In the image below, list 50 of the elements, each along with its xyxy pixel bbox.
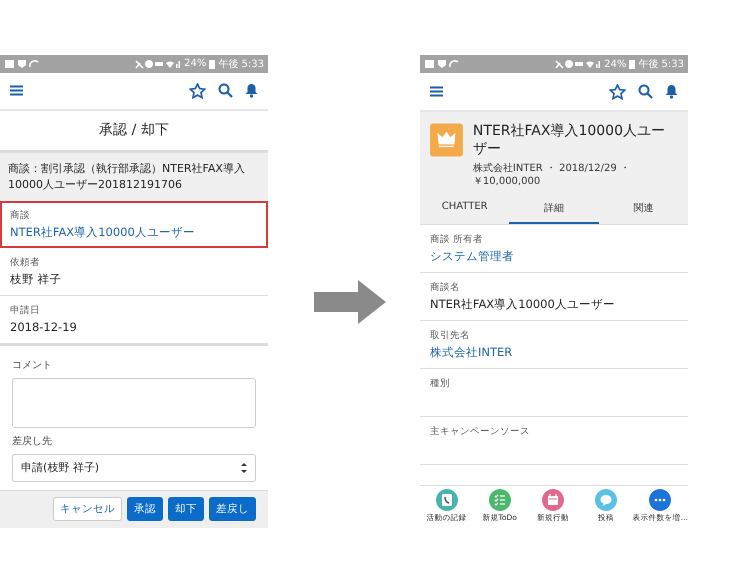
- field-label: 依頼者: [10, 256, 41, 270]
- field-link[interactable]: NTER社FAX導入10000人ユーザー: [10, 225, 258, 240]
- bell-icon[interactable]: [245, 83, 258, 98]
- search-icon[interactable]: [638, 84, 653, 99]
- summary-text: 商談：割引承認（執行部承認）NTER社FAX導入10000人ユーザー201812191706: [0, 153, 268, 202]
- tab[interactable]: CHATTER: [420, 194, 510, 224]
- battery-percent: 24%: [184, 58, 206, 70]
- cancel-button[interactable]: キャンセル: [53, 497, 122, 522]
- field-link[interactable]: システム管理者: [430, 249, 678, 264]
- battery-icon: [209, 58, 216, 69]
- battery-percent: 24%: [604, 58, 626, 70]
- arrow-icon: [314, 280, 386, 324]
- more-action-icon[interactable]: [649, 489, 672, 511]
- field-label: 種別: [430, 377, 451, 390]
- action-button[interactable]: 却下: [168, 497, 204, 522]
- star-icon[interactable]: [189, 82, 206, 99]
- bell-icon[interactable]: [665, 84, 678, 99]
- action-button[interactable]: 承認: [127, 497, 163, 522]
- signal-icons: [135, 58, 182, 69]
- field-value: NTER社FAX導入10000人ユーザー: [430, 297, 616, 312]
- star-icon[interactable]: [609, 84, 626, 100]
- field-label: 申請日: [10, 304, 41, 318]
- menu-icon[interactable]: [10, 85, 23, 96]
- menu-icon[interactable]: [430, 86, 443, 97]
- tab[interactable]: 関連: [598, 194, 688, 224]
- field-label: 主キャンペーンソース: [430, 425, 531, 438]
- signal-icons: [555, 59, 602, 69]
- field-link[interactable]: 株式会社INTER: [430, 345, 678, 360]
- field-label: 商談名: [430, 281, 461, 294]
- call-action-icon[interactable]: [436, 489, 458, 511]
- field-value: 枝野 祥子: [10, 272, 63, 288]
- clock-time: 午後 5:33: [638, 58, 684, 71]
- return-to-label: 差戻し先: [12, 434, 53, 448]
- field-label: 取引先名: [430, 329, 471, 342]
- field-label: 商談 所有者: [430, 233, 484, 246]
- crown-icon: [430, 122, 463, 158]
- record-title: NTER社FAX導入10000人ユーザー: [472, 122, 666, 158]
- tab[interactable]: 詳細: [509, 194, 599, 224]
- battery-icon: [629, 59, 636, 69]
- event-action-icon[interactable]: [542, 489, 564, 511]
- clock-time: 午後 5:33: [218, 58, 264, 71]
- search-icon[interactable]: [218, 83, 233, 98]
- comment-label: コメント: [12, 358, 53, 372]
- field-label: 商談: [10, 209, 31, 222]
- spinner-arrows-icon: [241, 462, 247, 474]
- action-button[interactable]: 差戻し: [209, 497, 256, 522]
- record-subtitle: 株式会社INTER ・ 2018/12/29 ・￥10,000,000: [472, 162, 631, 188]
- field-value: 2018-12-19: [10, 320, 78, 334]
- comment-field[interactable]: [12, 378, 256, 428]
- return-to-select[interactable]: 申請(枝野 祥子): [12, 454, 256, 482]
